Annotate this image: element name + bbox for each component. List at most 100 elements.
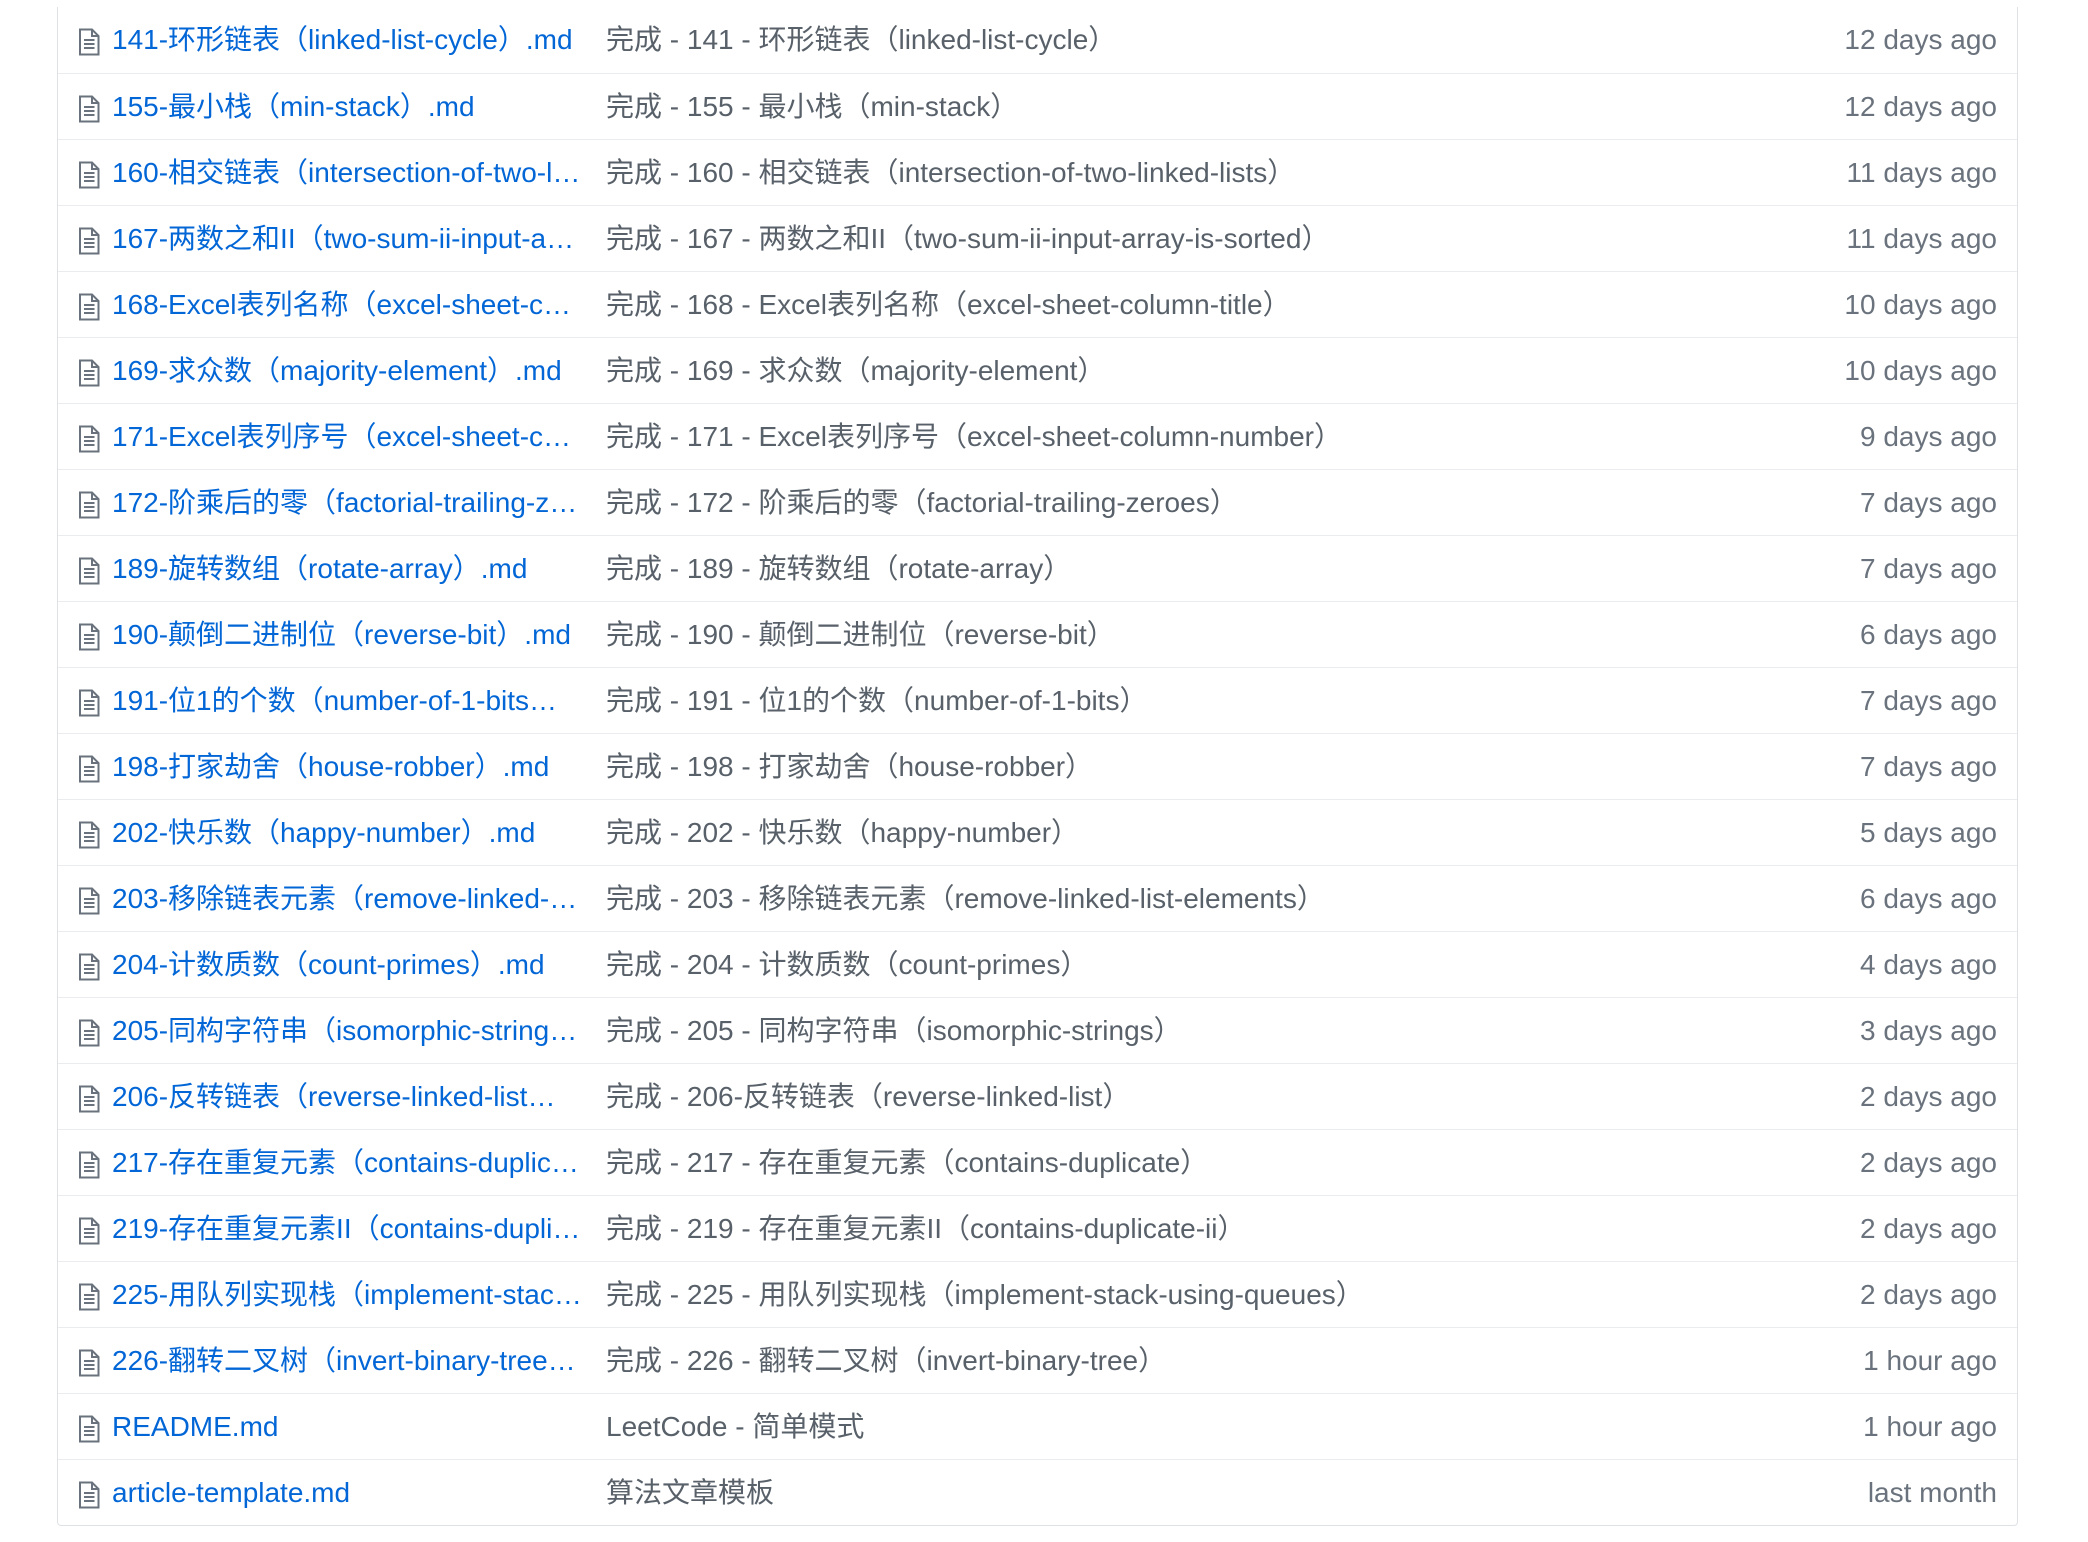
file-row: 171-Excel表列序号（excel-sheet-column-number）… — [58, 403, 2017, 469]
commit-age: 11 days ago — [1846, 222, 1998, 254]
file-text-icon — [79, 1085, 100, 1113]
file-text-icon — [79, 359, 100, 387]
file-text-icon — [79, 887, 100, 915]
file-row: 191-位1的个数（number-of-1-bits）.md 完成 - 191 … — [58, 667, 2017, 733]
file-text-icon — [79, 557, 100, 585]
file-row: 155-最小栈（min-stack）.md 完成 - 155 - 最小栈（min… — [58, 73, 2017, 139]
file-text-icon — [79, 28, 100, 56]
file-name-link[interactable]: 141-环形链表（linked-list-cycle）.md — [112, 7, 582, 73]
commit-age: 5 days ago — [1860, 816, 1997, 848]
commit-message-link[interactable]: 完成 - 190 - 颠倒二进制位（reverse-bit） — [606, 602, 1806, 668]
commit-age: 7 days ago — [1860, 750, 1997, 782]
commit-message-link[interactable]: 完成 - 189 - 旋转数组（rotate-array） — [606, 536, 1806, 602]
file-text-icon — [79, 1349, 100, 1377]
file-name-link[interactable]: article-template.md — [112, 1460, 582, 1526]
commit-age: 7 days ago — [1860, 684, 1997, 716]
commit-message-link[interactable]: 完成 - 205 - 同构字符串（isomorphic-strings） — [606, 998, 1806, 1064]
commit-age: 10 days ago — [1844, 288, 1997, 320]
file-name-link[interactable]: 198-打家劫舍（house-robber）.md — [112, 734, 582, 800]
commit-age: 7 days ago — [1860, 552, 1997, 584]
commit-age: 12 days ago — [1844, 24, 1997, 55]
file-text-icon — [79, 1283, 100, 1311]
commit-age: last month — [1867, 1476, 1997, 1508]
file-name-link[interactable]: 167-两数之和II（two-sum-ii-input-array-is-sor… — [112, 206, 582, 272]
file-text-icon — [79, 95, 100, 123]
file-row: 219-存在重复元素II（contains-duplicate-ii）.md 完… — [58, 1195, 2017, 1261]
file-text-icon — [79, 1151, 100, 1179]
file-name-link[interactable]: 226-翻转二叉树（invert-binary-tree）.md — [112, 1328, 582, 1394]
file-text-icon — [79, 425, 100, 453]
commit-message-link[interactable]: 完成 - 206-反转链表（reverse-linked-list） — [606, 1064, 1806, 1130]
file-name-link[interactable]: 155-最小栈（min-stack）.md — [112, 74, 582, 140]
file-row: article-template.md 算法文章模板 last month — [58, 1459, 2017, 1525]
commit-message-link[interactable]: 完成 - 204 - 计数质数（count-primes） — [606, 932, 1806, 998]
file-text-icon — [79, 821, 100, 849]
file-text-icon — [79, 1415, 100, 1443]
file-text-icon — [79, 227, 100, 255]
file-name-link[interactable]: 190-颠倒二进制位（reverse-bit）.md — [112, 602, 582, 668]
file-name-link[interactable]: 217-存在重复元素（contains-duplicate）.md — [112, 1130, 582, 1196]
file-row: 226-翻转二叉树（invert-binary-tree）.md 完成 - 22… — [58, 1327, 2017, 1393]
commit-message-link[interactable]: 完成 - 171 - Excel表列序号（excel-sheet-column-… — [606, 404, 1806, 470]
file-row: 202-快乐数（happy-number）.md 完成 - 202 - 快乐数（… — [58, 799, 2017, 865]
commit-age: 2 days ago — [1860, 1278, 1997, 1310]
commit-message-link[interactable]: 完成 - 168 - Excel表列名称（excel-sheet-column-… — [606, 272, 1806, 338]
file-row: 141-环形链表（linked-list-cycle）.md 完成 - 141 … — [58, 7, 2017, 73]
commit-age: 1 hour ago — [1863, 1344, 1997, 1376]
commit-age: 3 days ago — [1860, 1014, 1997, 1046]
file-name-link[interactable]: 160-相交链表（intersection-of-two-linked-list… — [112, 140, 582, 206]
file-text-icon — [79, 689, 100, 717]
file-name-link[interactable]: 189-旋转数组（rotate-array）.md — [112, 536, 582, 602]
commit-message-link[interactable]: 完成 - 172 - 阶乘后的零（factorial-trailing-zero… — [606, 470, 1806, 536]
commit-message-link[interactable]: 完成 - 203 - 移除链表元素（remove-linked-list-ele… — [606, 866, 1806, 932]
commit-message-link[interactable]: 完成 - 217 - 存在重复元素（contains-duplicate） — [606, 1130, 1806, 1196]
file-name-link[interactable]: README.md — [112, 1394, 582, 1460]
commit-message-link[interactable]: 完成 - 169 - 求众数（majority-element） — [606, 338, 1806, 404]
commit-age: 12 days ago — [1844, 90, 1997, 122]
commit-message-link[interactable]: 完成 - 191 - 位1的个数（number-of-1-bits） — [606, 668, 1806, 734]
file-row: README.md LeetCode - 简单模式 1 hour ago — [58, 1393, 2017, 1459]
commit-message-link[interactable]: LeetCode - 简单模式 — [606, 1394, 1806, 1460]
commit-message-link[interactable]: 完成 - 202 - 快乐数（happy-number） — [606, 800, 1806, 866]
commit-message-link[interactable]: 完成 - 155 - 最小栈（min-stack） — [606, 74, 1806, 140]
file-name-link[interactable]: 219-存在重复元素II（contains-duplicate-ii）.md — [112, 1196, 582, 1262]
commit-message-link[interactable]: 完成 - 141 - 环形链表（linked-list-cycle） — [606, 7, 1806, 73]
file-name-link[interactable]: 202-快乐数（happy-number）.md — [112, 800, 582, 866]
file-text-icon — [79, 293, 100, 321]
file-text-icon — [79, 1481, 100, 1509]
commit-message-link[interactable]: 完成 - 198 - 打家劫舍（house-robber） — [606, 734, 1806, 800]
commit-age: 10 days ago — [1844, 354, 1997, 386]
file-text-icon — [79, 1019, 100, 1047]
commit-message-link[interactable]: 完成 - 167 - 两数之和II（two-sum-ii-input-array… — [606, 206, 1806, 272]
commit-age: 2 days ago — [1860, 1080, 1997, 1112]
file-name-link[interactable]: 205-同构字符串（isomorphic-strings）.md — [112, 998, 582, 1064]
file-name-link[interactable]: 206-反转链表（reverse-linked-list）.md — [112, 1064, 582, 1130]
commit-message-link[interactable]: 算法文章模板 — [606, 1460, 1806, 1526]
file-name-link[interactable]: 171-Excel表列序号（excel-sheet-column-number）… — [112, 404, 582, 470]
file-name-link[interactable]: 225-用队列实现栈（implement-stack-using-queues）… — [112, 1262, 582, 1328]
file-text-icon — [79, 491, 100, 519]
file-name-link[interactable]: 191-位1的个数（number-of-1-bits）.md — [112, 668, 582, 734]
file-name-link[interactable]: 204-计数质数（count-primes）.md — [112, 932, 582, 998]
commit-age: 9 days ago — [1860, 420, 1997, 452]
commit-age: 2 days ago — [1860, 1212, 1997, 1244]
commit-message-link[interactable]: 完成 - 225 - 用队列实现栈（implement-stack-using-… — [606, 1262, 1806, 1328]
file-row: 172-阶乘后的零（factorial-trailing-zeroes）.md … — [58, 469, 2017, 535]
file-text-icon — [79, 755, 100, 783]
file-name-link[interactable]: 169-求众数（majority-element）.md — [112, 338, 582, 404]
file-text-icon — [79, 623, 100, 651]
file-row: 189-旋转数组（rotate-array）.md 完成 - 189 - 旋转数… — [58, 535, 2017, 601]
commit-message-link[interactable]: 完成 - 226 - 翻转二叉树（invert-binary-tree） — [606, 1328, 1806, 1394]
file-row: 190-颠倒二进制位（reverse-bit）.md 完成 - 190 - 颠倒… — [58, 601, 2017, 667]
file-row: 160-相交链表（intersection-of-two-linked-list… — [58, 139, 2017, 205]
file-name-link[interactable]: 168-Excel表列名称（excel-sheet-column-title）.… — [112, 272, 582, 338]
file-row: 206-反转链表（reverse-linked-list）.md 完成 - 20… — [58, 1063, 2017, 1129]
file-text-icon — [79, 161, 100, 189]
commit-message-link[interactable]: 完成 - 219 - 存在重复元素II（contains-duplicate-i… — [606, 1196, 1806, 1262]
file-name-link[interactable]: 172-阶乘后的零（factorial-trailing-zeroes）.md — [112, 470, 582, 536]
file-row: 167-两数之和II（two-sum-ii-input-array-is-sor… — [58, 205, 2017, 271]
file-row: 217-存在重复元素（contains-duplicate）.md 完成 - 2… — [58, 1129, 2017, 1195]
commit-message-link[interactable]: 完成 - 160 - 相交链表（intersection-of-two-link… — [606, 140, 1806, 206]
commit-age: 11 days ago — [1846, 156, 1998, 188]
file-name-link[interactable]: 203-移除链表元素（remove-linked-list-elements）.… — [112, 866, 582, 932]
